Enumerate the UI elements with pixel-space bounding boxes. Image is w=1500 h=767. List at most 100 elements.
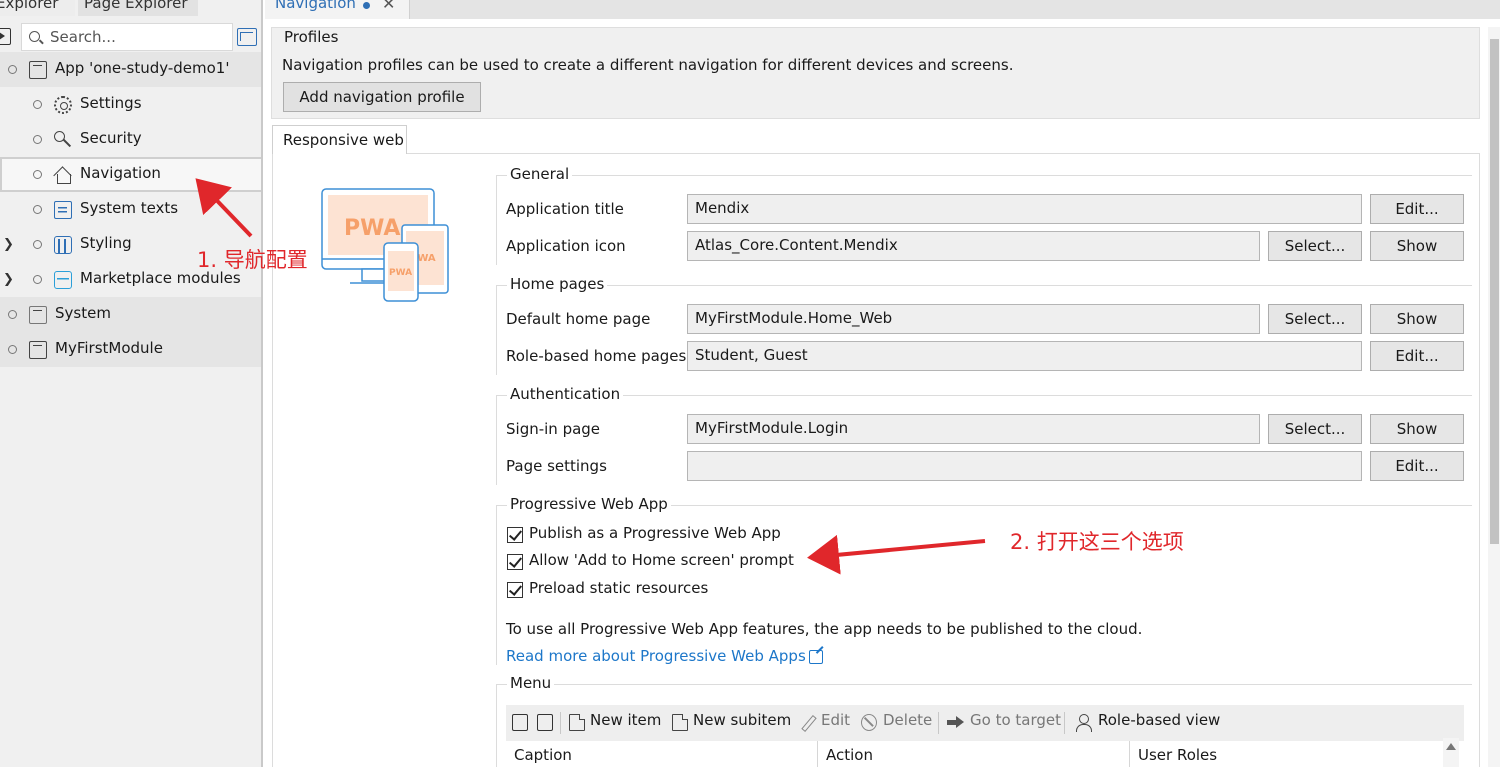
page-settings-edit-button[interactable]: Edit... — [1370, 451, 1464, 481]
edit-button[interactable]: Edit — [821, 711, 850, 729]
default-home-page-field[interactable]: MyFirstModule.Home_Web — [687, 304, 1260, 334]
link-with-editor-icon[interactable] — [237, 28, 257, 46]
application-icon-show-button[interactable]: Show — [1370, 231, 1464, 261]
application-icon-select-button[interactable]: Select... — [1268, 231, 1362, 261]
tree-item-label: Styling — [80, 234, 132, 252]
styling-icon — [54, 236, 72, 254]
pwa-note: To use all Progressive Web App features,… — [506, 620, 1143, 638]
sign-in-page-label: Sign-in page — [506, 420, 601, 438]
delete-icon — [861, 714, 877, 731]
annotation-step-1: 1. 导航配置 — [197, 248, 308, 272]
status-bullet — [8, 345, 17, 354]
vertical-scrollbar[interactable] — [1488, 27, 1500, 767]
collapse-icon[interactable] — [512, 714, 528, 731]
tab-navigation[interactable]: Navigation ✕ — [265, 0, 410, 19]
application-title-label: Application title — [506, 200, 624, 218]
search-box[interactable] — [21, 23, 233, 51]
role-based-home-pages-field[interactable]: Student, Guest — [687, 341, 1362, 371]
new-item-button[interactable]: New item — [590, 711, 661, 729]
external-link-icon[interactable] — [809, 650, 823, 664]
tree-item-label: Settings — [80, 94, 142, 112]
scrollbar-thumb[interactable] — [1490, 39, 1499, 544]
column-action[interactable]: Action — [826, 746, 873, 764]
publish-pwa-label: Publish as a Progressive Web App — [529, 524, 781, 542]
new-subitem-button[interactable]: New subitem — [693, 711, 791, 729]
status-bullet — [8, 65, 17, 74]
delete-button[interactable]: Delete — [883, 711, 932, 729]
sign-in-page-select-button[interactable]: Select... — [1268, 414, 1362, 444]
search-icon — [29, 31, 40, 42]
group-title-general: General — [507, 165, 573, 183]
tab-page-explorer[interactable]: Page Explorer — [78, 0, 198, 16]
annotation-step-2: 2. 打开这三个选项 — [1010, 530, 1184, 554]
collapse-all-icon[interactable] — [0, 28, 11, 45]
tree-item-label: App 'one-study-demo1' — [55, 59, 230, 77]
default-home-page-show-button[interactable]: Show — [1370, 304, 1464, 334]
add-navigation-profile-button[interactable]: Add navigation profile — [283, 82, 481, 112]
tab-responsive-web[interactable]: Responsive web — [272, 125, 407, 154]
expand-icon[interactable] — [537, 714, 553, 731]
arrow-right-icon — [947, 714, 964, 731]
home-pages-group: Home pages Default home page MyFirstModu… — [496, 275, 1472, 375]
application-title-edit-button[interactable]: Edit... — [1370, 194, 1464, 224]
application-icon-field[interactable]: Atlas_Core.Content.Mendix — [687, 231, 1260, 261]
column-separator — [817, 741, 818, 767]
role-based-view-button[interactable]: Role-based view — [1098, 711, 1220, 729]
close-icon[interactable]: ✕ — [382, 0, 395, 13]
profiles-description: Navigation profiles can be used to creat… — [282, 56, 1014, 74]
tree-item-system-texts[interactable]: System texts — [0, 192, 261, 227]
default-home-page-select-button[interactable]: Select... — [1268, 304, 1362, 334]
status-bullet — [33, 170, 42, 179]
menu-group: Menu New item New subitem Edit Delete Go… — [496, 674, 1472, 767]
tab-app-explorer[interactable]: Explorer — [0, 0, 75, 16]
column-user-roles[interactable]: User Roles — [1138, 746, 1217, 764]
illustration-text: PWA — [344, 216, 400, 241]
preload-resources-checkbox[interactable] — [507, 582, 523, 598]
tree-item-security[interactable]: Security — [0, 122, 261, 157]
tree-item-label: System — [55, 304, 111, 322]
status-bullet — [33, 100, 42, 109]
page-settings-field[interactable] — [687, 451, 1362, 481]
default-home-page-label: Default home page — [506, 310, 651, 328]
tree-item-myfirstmodule[interactable]: MyFirstModule — [0, 332, 261, 367]
home-icon — [54, 166, 72, 184]
add-to-home-screen-checkbox[interactable] — [507, 554, 523, 570]
menu-toolbar: New item New subitem Edit Delete Go to t… — [506, 705, 1464, 741]
search-row — [0, 22, 261, 52]
column-caption[interactable]: Caption — [514, 746, 572, 764]
tree-item-label: MyFirstModule — [55, 339, 163, 357]
tree-item-app[interactable]: App 'one-study-demo1' — [0, 52, 261, 87]
search-input[interactable] — [50, 26, 230, 48]
go-to-target-button[interactable]: Go to target — [970, 711, 1061, 729]
chevron-right-icon[interactable]: ❯ — [3, 237, 14, 252]
pwa-read-more-link[interactable]: Read more about Progressive Web Apps — [506, 647, 806, 665]
key-icon — [54, 131, 72, 149]
publish-pwa-checkbox[interactable] — [507, 527, 523, 543]
status-bullet — [33, 275, 42, 284]
tree-item-navigation[interactable]: Navigation — [0, 157, 261, 192]
unsaved-dot-icon — [363, 2, 370, 9]
document-tabs: Navigation ✕ — [265, 0, 1500, 19]
sign-in-page-show-button[interactable]: Show — [1370, 414, 1464, 444]
tree-item-system-module[interactable]: System — [0, 297, 261, 332]
chevron-right-icon[interactable]: ❯ — [3, 272, 14, 287]
sign-in-page-field[interactable]: MyFirstModule.Login — [687, 414, 1260, 444]
grid-scroll-up-icon[interactable] — [1443, 738, 1459, 767]
application-icon-label: Application icon — [506, 237, 626, 255]
app-explorer-pane: Explorer Page Explorer App 'one-study-de… — [0, 0, 263, 767]
toolbar-separator — [560, 712, 561, 734]
pwa-group: Progressive Web App Publish as a Progres… — [496, 495, 1472, 665]
responsive-web-panel: PWA PWA PWA General Application title Me… — [272, 153, 1480, 767]
status-bullet — [33, 135, 42, 144]
system-texts-icon — [54, 201, 72, 219]
pwa-devices-illustration: PWA PWA PWA — [321, 188, 449, 302]
left-pane-tabs: Explorer Page Explorer — [0, 0, 261, 16]
tree-item-settings[interactable]: Settings — [0, 87, 261, 122]
user-icon — [1075, 714, 1092, 732]
module-icon — [29, 306, 47, 324]
marketplace-icon — [54, 271, 72, 289]
authentication-group: Authentication Sign-in page MyFirstModul… — [496, 385, 1472, 485]
application-title-field[interactable]: Mendix — [687, 194, 1362, 224]
role-based-home-pages-edit-button[interactable]: Edit... — [1370, 341, 1464, 371]
toolbar-separator — [938, 712, 939, 734]
